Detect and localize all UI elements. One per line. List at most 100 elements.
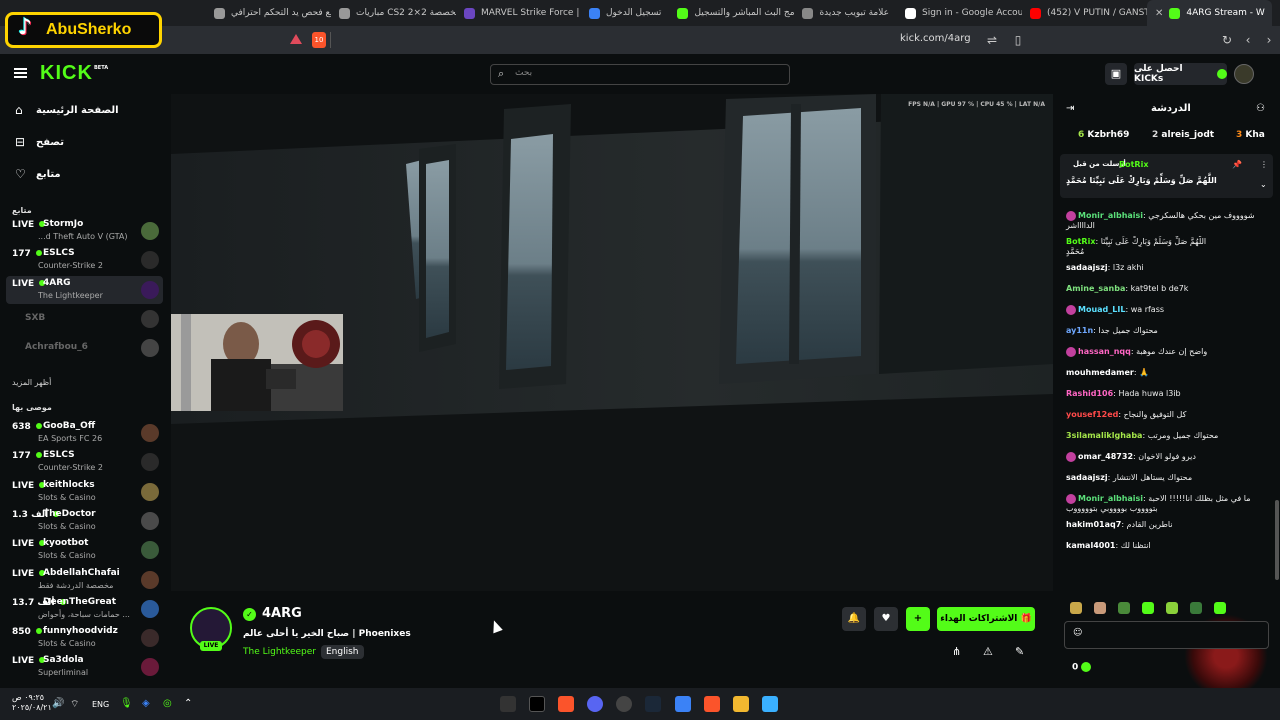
obs-icon[interactable] xyxy=(500,696,516,712)
chat-message[interactable]: hakim01aq7: ناطرين القادم xyxy=(1066,519,1276,530)
chat-username[interactable]: Mouad_LIL xyxy=(1078,305,1125,314)
chat-username[interactable]: yousef12ed xyxy=(1066,410,1118,419)
subscribe-plus-button[interactable]: + xyxy=(906,607,930,631)
sidebar-channel[interactable]: Achrafbou_6 xyxy=(6,334,163,362)
chat-message[interactable]: ay11n: محتواك جميل جدا xyxy=(1066,325,1276,336)
kicks-balance[interactable]: 0 xyxy=(1072,662,1092,673)
stream-category[interactable]: The Lightkeeper xyxy=(243,647,316,657)
top-gifter[interactable]: 3 Kha xyxy=(1236,130,1265,140)
chevron-down-icon[interactable]: ⌄ xyxy=(1260,180,1267,189)
chat-message[interactable]: Amine_sanba: kat9tel b de7k xyxy=(1066,283,1276,294)
menu-icon[interactable] xyxy=(14,68,27,78)
sidebar-channel[interactable]: 13.7 ألف DeenTheGreat حمامات سباحة، وأحوا… xyxy=(6,595,163,623)
chat-message[interactable]: Monir_albhaisi: شووووف مين بحكي هالسكرجي xyxy=(1066,210,1276,221)
mic-icon[interactable]: 🎙 xyxy=(120,698,133,709)
browser-tab[interactable]: Sign in - Google Accounts xyxy=(897,0,1022,26)
sidebar-channel[interactable]: 1.3 ألف TheDoctor Slots & Casino xyxy=(6,507,163,535)
video-player[interactable]: FPS N/A | GPU 97 % | CPU 45 % | LAT N/A xyxy=(171,94,1053,591)
sidebar-channel[interactable]: 638 GooBa_Off EA Sports FC 26 xyxy=(6,419,163,447)
chat-message[interactable]: mouhmedamer: 🙏 xyxy=(1066,367,1276,378)
browser-tab[interactable]: مباريات CS2 المخصصة 2×2 xyxy=(331,0,456,26)
capcut-icon[interactable] xyxy=(529,696,545,712)
windows-start-icon[interactable] xyxy=(762,696,778,712)
browser-tab[interactable]: موقع فحص يد التحكم احترافي xyxy=(206,0,331,26)
nav-browse[interactable]: ⊟ تصفح xyxy=(0,128,170,156)
clock[interactable]: ٠٩:٢٥ ص ٢٠٢٥/٠٨/٢١ xyxy=(12,693,52,713)
chat-message[interactable]: kamal4001: انتظنا لك xyxy=(1066,540,1276,551)
gift-subs-button[interactable]: الاشتراكات الهداء 🎁 xyxy=(937,607,1035,631)
steam-icon[interactable] xyxy=(645,696,661,712)
scrollbar[interactable] xyxy=(1275,500,1279,580)
pinned-message[interactable]: أرسلت من قبل BotRix 📌 ⋮ اللَّهُمَّ صَلِّ… xyxy=(1060,154,1273,198)
store-icon[interactable] xyxy=(675,696,691,712)
forward-icon[interactable]: › xyxy=(1261,32,1277,48)
sidebar-channel[interactable]: LIVE Sa3dola Superliminal xyxy=(6,653,163,681)
sidebar-channel[interactable]: LIVE StormJo ...d Theft Auto V (GTA) xyxy=(6,217,163,245)
share-icon[interactable]: ⋔ xyxy=(952,645,961,658)
chat-message[interactable]: sadaajszj: l3z akhi xyxy=(1066,262,1276,273)
reload-icon[interactable]: ↻ xyxy=(1219,32,1235,48)
discord-icon[interactable] xyxy=(587,696,603,712)
pinned-user[interactable]: BotRix xyxy=(1119,160,1148,169)
chat-username[interactable]: hassan_nqq xyxy=(1078,347,1131,356)
show-more-link[interactable]: أظهر المزيد xyxy=(12,378,51,387)
emote-icon[interactable] xyxy=(1070,602,1082,614)
channel-name[interactable]: 4ARG xyxy=(262,606,302,621)
chat-username[interactable]: BotRix xyxy=(1066,237,1095,246)
shield-icon[interactable]: ◈ xyxy=(142,698,150,709)
sidebar-channel[interactable]: LIVE AbdellahChafai مخصصة الدردشة فقط xyxy=(6,566,163,594)
chat-message[interactable]: Monir_albhaisi: ما في مثل بظلك انا!!!!! … xyxy=(1066,493,1276,504)
notification-bell-button[interactable]: 🔔 xyxy=(842,607,866,631)
sidebar-channel[interactable]: 850 funnyhoodvidz Slots & Casino xyxy=(6,624,163,652)
chat-username[interactable]: sadaajszj xyxy=(1066,473,1108,482)
emote-icon[interactable] xyxy=(1142,602,1154,614)
emote-icon[interactable] xyxy=(1118,602,1130,614)
kick-logo[interactable]: KICK xyxy=(40,62,93,85)
collapse-chat-icon[interactable]: ⇥ xyxy=(1066,103,1074,114)
chat-message[interactable]: Mouad_LIL: wa rfass xyxy=(1066,304,1276,315)
chat-message[interactable]: 3silamaliklghaba: محتواك جميل ومرتب xyxy=(1066,430,1276,441)
chat-message[interactable]: sadaajszj: محتواك يستاهل الانتشار xyxy=(1066,472,1276,483)
chat-message[interactable]: yousef12ed: كل التوفيق والنجاح xyxy=(1066,409,1276,420)
top-gifter[interactable]: 2 alreis_jodt xyxy=(1152,130,1214,140)
chat-username[interactable]: 3silamaliklghaba xyxy=(1066,431,1142,440)
chevron-up-icon[interactable]: ⌃ xyxy=(184,698,192,709)
chat-username[interactable]: omar_48732 xyxy=(1078,452,1133,461)
site-settings-icon[interactable]: ⇌ xyxy=(984,32,1000,48)
keyboard-language[interactable]: ENG xyxy=(92,700,109,709)
chat-username[interactable]: hakim01aq7 xyxy=(1066,520,1121,529)
emoji-icon[interactable]: ☺ xyxy=(1073,628,1082,638)
wifi-icon[interactable]: ⌔ xyxy=(70,698,79,711)
sidebar-channel[interactable]: SXB xyxy=(6,305,163,333)
emote-icon[interactable] xyxy=(1214,602,1226,614)
user-avatar[interactable] xyxy=(1234,64,1254,84)
follow-heart-button[interactable]: ♥ xyxy=(874,607,898,631)
chat-username[interactable]: Rashid106 xyxy=(1066,389,1113,398)
chat-username[interactable]: ay11n xyxy=(1066,326,1093,335)
file-explorer-icon[interactable] xyxy=(733,696,749,712)
chat-username[interactable]: Amine_sanba xyxy=(1066,284,1125,293)
sidebar-channel[interactable]: 177 ESLCS Counter-Strike 2 xyxy=(6,246,163,274)
get-kicks-button[interactable]: احصل على KICKs xyxy=(1134,63,1227,85)
app-icon[interactable] xyxy=(616,696,632,712)
chat-message[interactable]: BotRix: اللَّهُمَّ صَلِّ وَسَلِّمْ وَبَا… xyxy=(1066,236,1276,247)
sidebar-channel[interactable]: LIVE kyootbot Slots & Casino xyxy=(6,536,163,564)
chat-input[interactable]: ☺ xyxy=(1064,621,1269,649)
nav-heart[interactable]: ♡ متابع xyxy=(0,160,170,188)
chat-username[interactable]: mouhmedamer xyxy=(1066,368,1134,377)
emote-icon[interactable] xyxy=(1166,602,1178,614)
emote-icon[interactable] xyxy=(1094,602,1106,614)
brave-browser-icon[interactable] xyxy=(704,696,720,712)
browser-tab[interactable]: برنامج البث المباشر والتسجيل xyxy=(669,0,794,26)
back-icon[interactable]: ‹ xyxy=(1240,32,1256,48)
brave-icon[interactable] xyxy=(558,696,574,712)
bookmark-icon[interactable]: ▯ xyxy=(1010,32,1026,48)
users-icon[interactable]: ⚇ xyxy=(1256,103,1265,114)
more-icon[interactable]: ⋮ xyxy=(1260,160,1268,169)
chat-username[interactable]: Monir_albhaisi xyxy=(1078,494,1143,503)
top-gifter[interactable]: 6 Kzbrh69 xyxy=(1078,130,1129,140)
browser-tab[interactable]: ✕ 4ARG Stream - W xyxy=(1147,0,1272,26)
volume-icon[interactable]: 🔊 xyxy=(52,698,64,709)
browser-tab[interactable]: MARVEL Strike Force | Se xyxy=(456,0,581,26)
warning-icon[interactable] xyxy=(290,34,302,44)
